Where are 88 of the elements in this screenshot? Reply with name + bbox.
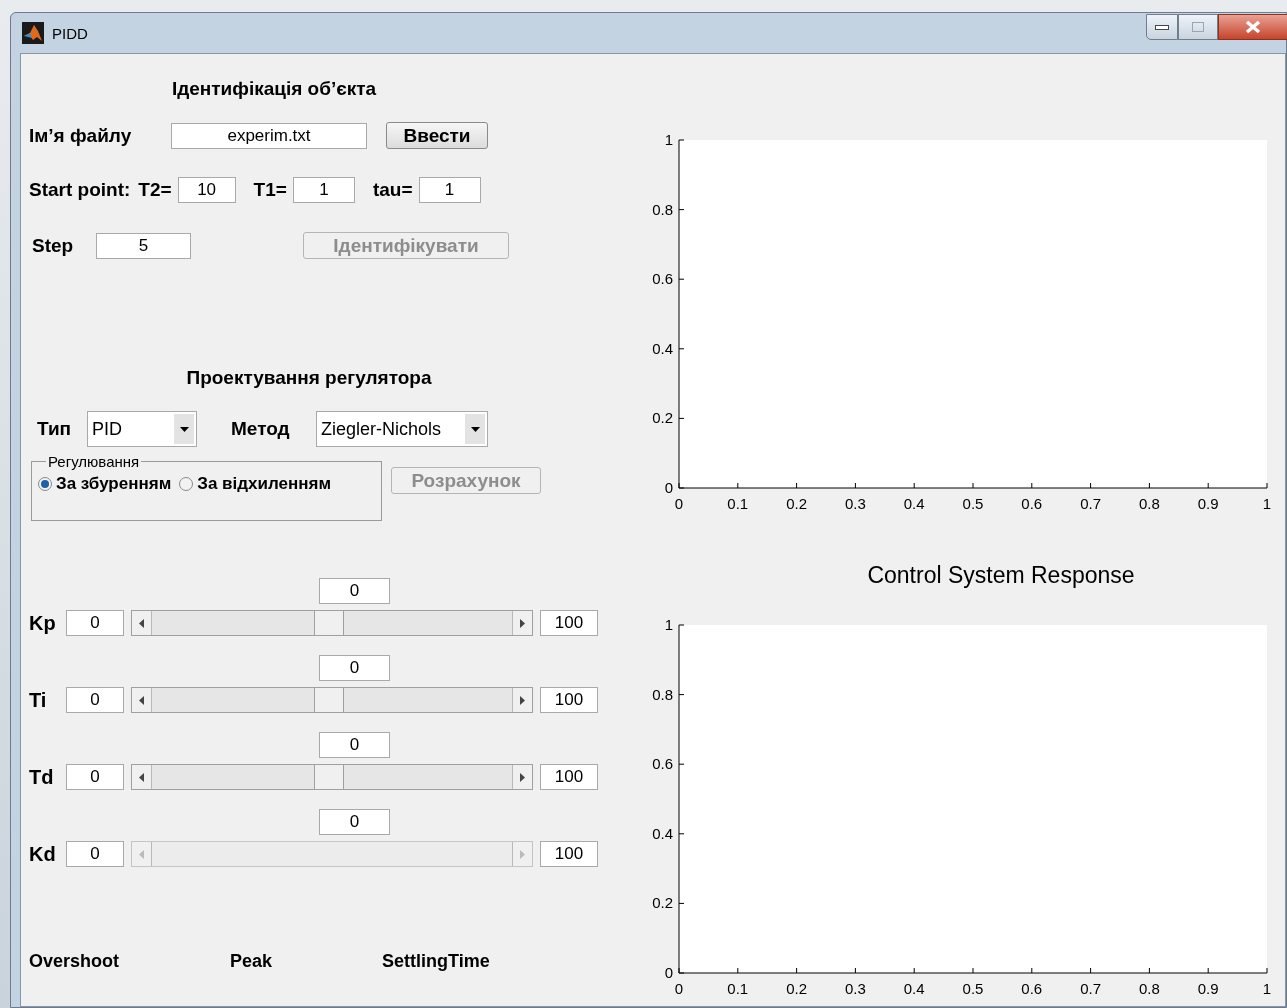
tick-label: 0.4 [652,824,673,842]
result-label: SettlingTime [382,951,490,972]
gain-label: Td [29,765,55,789]
tick-label: 0.8 [1138,980,1160,997]
section-title: Проектування регулятора [185,367,433,389]
tick-label: 0.9 [1197,980,1219,997]
type-dropdown[interactable]: PID [87,411,197,447]
tick-label: 0.8 [1138,495,1160,512]
chart-title: Control System Response [866,562,1136,589]
tick-label: 0.4 [652,339,673,357]
min-field[interactable]: 0 [66,764,124,790]
load-button[interactable]: Ввести [386,122,488,149]
tick-label: 0.7 [1080,495,1102,512]
tick-label: 0 [674,495,684,512]
param-label: T2= [138,179,172,201]
slider[interactable] [131,764,533,790]
radio-option[interactable]: За збуренням [38,474,172,494]
param-field[interactable]: 1 [292,177,355,203]
value-field[interactable]: 0 [319,578,390,604]
field-label: Ім’я файлу [29,124,133,147]
close-icon [1245,20,1261,34]
tick-label: 0.4 [903,980,925,997]
param-field[interactable]: 1 [418,177,481,203]
max-field[interactable]: 100 [540,764,598,790]
caret-icon [179,426,189,432]
min-field[interactable]: 0 [66,610,124,636]
tick-label: 0.4 [903,495,925,512]
tick-label: 0.8 [652,200,673,218]
tick-label: 0.3 [844,495,866,512]
value-field[interactable]: 0 [319,732,390,758]
tick-label: 0.5 [962,495,984,512]
tick-label: 0.3 [844,980,866,997]
minimize-button[interactable] [1146,14,1178,40]
minimize-icon [1155,24,1169,30]
tick-label: 0.1 [727,495,749,512]
window-title: PIDD [52,24,88,42]
tick-label: 1 [664,616,673,633]
min-field[interactable]: 0 [66,687,124,713]
tick-label: 0.5 [962,980,984,997]
tick-label: 0.8 [652,685,673,703]
tick-label: 1 [1262,495,1272,512]
param-field[interactable]: 10 [177,177,236,203]
file-name-field[interactable]: experim.txt [171,122,367,149]
tick-label: 1 [1262,980,1272,997]
max-field[interactable]: 100 [540,610,598,636]
slider-thumb[interactable] [313,611,344,635]
gain-label: Kd [29,842,57,866]
maximize-button[interactable] [1178,14,1218,40]
slider-thumb[interactable] [313,765,344,789]
result-label: Overshoot [29,951,121,972]
step-field[interactable]: 5 [96,232,191,259]
method-dropdown[interactable]: Ziegler-Nichols [316,411,488,447]
radio-option[interactable]: За відхиленням [179,474,331,494]
field-label: Start point: [29,179,131,201]
gain-label: Kp [29,611,57,635]
close-button[interactable] [1218,14,1287,40]
value-field[interactable]: 0 [319,655,390,681]
param-label: T1= [253,179,287,201]
tick-label: 0.6 [652,270,673,288]
tick-label: 0.2 [652,409,673,427]
slider-thumb[interactable] [313,688,344,712]
tick-label: 0.2 [786,495,808,512]
tick-label: 0 [664,479,673,496]
section-title: Ідентифікація об’єкта [170,78,378,100]
tick-label: 0 [664,964,673,981]
tick-label: 0.9 [1197,495,1219,512]
tick-label: 0.1 [727,980,749,997]
tick-label: 0.6 [652,755,673,773]
caret-icon [470,426,480,432]
tick-label: 1 [664,131,673,148]
tick-label: 0 [674,980,684,997]
tick-label: 0.2 [786,980,808,997]
maximize-icon [1192,22,1204,32]
slider[interactable] [131,610,533,636]
tick-label: 0.6 [1021,980,1043,997]
param-label: tau= [372,179,413,201]
field-label: Step [31,234,75,257]
gain-label: Ti [29,688,48,712]
tick-label: 0.7 [1080,980,1102,997]
slider[interactable] [131,687,533,713]
app-icon [22,22,44,44]
tick-label: 0.2 [652,894,673,912]
field-label: Тип [36,418,73,440]
tick-label: 0.6 [1021,495,1043,512]
max-field[interactable]: 100 [540,687,598,713]
group-title: Регулювання [47,453,141,470]
field-label: Метод [231,418,291,440]
result-label: Peak [230,951,274,972]
